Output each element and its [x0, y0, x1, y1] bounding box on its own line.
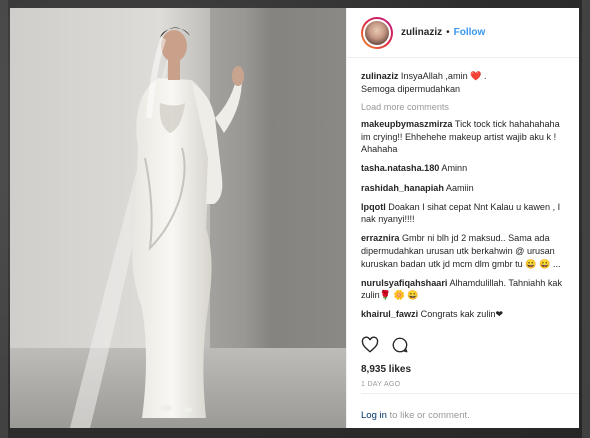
caption-line2: Semoga dipermudahkan [361, 83, 461, 94]
comment-username[interactable]: makeupbymaszmirza [361, 119, 452, 129]
comment-username[interactable]: nurulsyafiqahshaari [361, 278, 447, 288]
post-timestamp[interactable]: 1 DAY AGO [361, 381, 400, 388]
heart-outline-icon[interactable] [361, 336, 379, 354]
caption: zulinaziz InsyaAllah ,amin ❤️ . Semoga d… [361, 70, 565, 95]
comment-item: lpqotl Doakan I sihat cepat Nnt Kalau u … [361, 201, 565, 226]
comment-username[interactable]: khairul_fawzi [361, 309, 418, 319]
comment-username[interactable]: rashidah_hanapiah [361, 183, 444, 193]
comment-item: nurulsyafiqahshaari Alhamdulillah. Tahni… [361, 277, 565, 302]
login-link[interactable]: Log in [361, 410, 387, 421]
comment-text: Aminn [441, 163, 468, 174]
login-prompt-text: to like or comment. [386, 410, 470, 421]
comment-item: erraznira Gmbr ni blh jd 2 maksud.. Sama… [361, 232, 565, 270]
post-details-panel: zulinaziz • Follow zulinaziz InsyaAllah … [346, 8, 579, 428]
likes-count[interactable]: 8,935 likes [361, 364, 411, 375]
caption-username[interactable]: zulinaziz [361, 71, 398, 81]
comment-item: tasha.natasha.180 Aminn [361, 162, 565, 175]
comment-username[interactable]: lpqotl [361, 202, 386, 212]
post-header: zulinaziz • Follow [347, 8, 579, 58]
divider [361, 393, 579, 394]
comment-username[interactable]: tasha.natasha.180 [361, 163, 439, 173]
load-more-comments-button[interactable]: Load more comments [361, 102, 565, 112]
comment-item: rashidah_hanapiah Aamiin [361, 182, 565, 195]
avatar[interactable] [361, 16, 393, 49]
comment-text: Aamiin [445, 182, 474, 193]
avatar-image [363, 18, 391, 47]
comment-text: Doakan I sihat cepat Nnt Kalau u kawen ,… [361, 201, 561, 225]
username-link[interactable]: zulinaziz [401, 27, 442, 38]
comment-text: Congrats kak zulin❤ [420, 309, 504, 320]
post-modal: zulinaziz • Follow zulinaziz InsyaAllah … [10, 8, 579, 428]
bride-in-white-gown-image [10, 8, 346, 428]
follow-button[interactable]: Follow [454, 27, 486, 38]
post-actions [361, 336, 409, 354]
post-photo[interactable] [10, 8, 346, 428]
separator-dot: • [446, 27, 450, 38]
login-prompt: Log in to like or comment. [361, 410, 470, 421]
comment-username[interactable]: erraznira [361, 233, 399, 243]
caption-line1: InsyaAllah ,amin ❤️ . [400, 71, 487, 81]
background-post-thumbnail [0, 0, 8, 438]
comments-list[interactable]: zulinaziz InsyaAllah ,amin ❤️ . Semoga d… [347, 58, 579, 328]
background-post-thumbnail [582, 0, 590, 438]
comment-item: makeupbymaszmirza Tick tock tick hahahah… [361, 118, 565, 156]
comment-item: khairul_fawzi Congrats kak zulin❤ [361, 308, 565, 321]
comment-bubble-icon[interactable] [391, 336, 409, 354]
